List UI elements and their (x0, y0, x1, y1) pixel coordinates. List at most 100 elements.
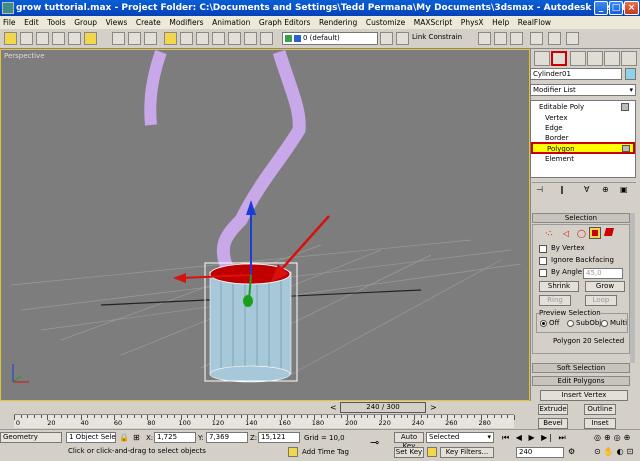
rectangular-selection-icon[interactable] (196, 32, 209, 45)
border-mode-icon[interactable]: ◯ (577, 229, 586, 238)
menu-animation[interactable]: Animation (209, 16, 253, 29)
playback-controls[interactable]: ⏮ ◀ ▶ ▶| ⏭ (502, 433, 568, 443)
menu-physx[interactable]: PhysX (458, 16, 487, 29)
scale-icon[interactable] (260, 32, 273, 45)
motion-tab-icon[interactable] (587, 51, 603, 66)
viewport-nav-controls[interactable]: ◎⊕◎⊕ (594, 433, 633, 442)
display-tab-icon[interactable] (604, 51, 620, 66)
create-tab-icon[interactable] (534, 51, 550, 66)
curve-editor-icon[interactable] (478, 32, 491, 45)
menu-tools[interactable]: Tools (44, 16, 68, 29)
redo-icon[interactable] (20, 32, 33, 45)
menu-group[interactable]: Group (71, 16, 100, 29)
align-icon[interactable] (396, 32, 409, 45)
minimize-button[interactable]: _ (594, 1, 608, 15)
move-icon[interactable] (228, 32, 241, 45)
stack-item-element[interactable]: Element (531, 154, 635, 164)
object-color-swatch[interactable] (625, 68, 636, 80)
render-setup-icon[interactable] (530, 32, 543, 45)
gizmo-y-arrow[interactable] (243, 295, 253, 307)
soft-selection-rollout-header[interactable]: Soft Selection (532, 363, 630, 373)
utilities-tab-icon[interactable] (621, 51, 637, 66)
z-coordinate-field[interactable]: 15,121 (258, 432, 300, 443)
maxscript-listener[interactable]: Geometry (0, 432, 62, 443)
maximize-button[interactable]: □ (609, 1, 623, 15)
undo-icon[interactable] (4, 32, 17, 45)
selection-rollout-header[interactable]: Selection (532, 213, 630, 223)
key-filters-button[interactable]: Key Filters... (440, 447, 494, 458)
element-mode-icon[interactable] (603, 228, 615, 236)
shrink-button[interactable]: Shrink (539, 281, 579, 292)
preview-off-radio[interactable] (540, 320, 547, 327)
select-link-icon[interactable] (36, 32, 49, 45)
by-vertex-checkbox[interactable] (539, 245, 547, 253)
time-slider[interactable]: 240 / 300 (340, 402, 426, 413)
modifier-list-dropdown[interactable]: Modifier List ▾ (530, 84, 636, 96)
key-icon[interactable]: ⊸ (370, 436, 379, 449)
polygon-mode-icon[interactable] (589, 227, 601, 239)
bevel-button[interactable]: Bevel (538, 418, 568, 429)
pin-stack-icon[interactable]: ⊣ (536, 185, 543, 194)
unlink-icon[interactable] (52, 32, 65, 45)
add-time-tag-button[interactable]: Add Time Tag (302, 448, 349, 456)
key-mode-dropdown[interactable]: Selected ▾ (426, 432, 494, 443)
perspective-viewport[interactable]: Perspective (0, 49, 530, 401)
angle-value-field[interactable]: 45,0 (583, 268, 623, 279)
menu-file[interactable]: File (0, 16, 19, 29)
material-editor-icon[interactable] (510, 32, 523, 45)
extrude-button[interactable]: Extrude (538, 404, 568, 415)
panel-scrollbar[interactable] (630, 213, 635, 363)
outline-button[interactable]: Outline (584, 404, 616, 415)
edge-mode-icon[interactable]: ◁ (563, 229, 569, 238)
close-button[interactable]: × (624, 1, 639, 15)
menu-rendering[interactable]: Rendering (316, 16, 360, 29)
schematic-view-icon[interactable] (494, 32, 507, 45)
menu-edit[interactable]: Edit (21, 16, 42, 29)
transform-mode-icon[interactable]: ⊞ (133, 433, 140, 442)
quick-render-icon[interactable] (128, 32, 141, 45)
grow-button[interactable]: Grow (585, 281, 625, 292)
gizmo-x-arrow[interactable] (173, 273, 186, 283)
track-bar[interactable]: 0 20 40 60 80 100 120 140 160 180 200 220 240 260 280 (14, 414, 515, 428)
render-production-icon[interactable] (566, 32, 579, 45)
insert-vertex-button[interactable]: Insert Vertex (540, 390, 628, 401)
menu-create[interactable]: Create (133, 16, 164, 29)
selection-filter-icon[interactable] (84, 32, 97, 45)
preview-multi-radio[interactable] (601, 320, 608, 327)
rotate-icon[interactable] (244, 32, 257, 45)
show-end-result-icon[interactable]: ‖ (560, 185, 564, 194)
bind-space-warp-icon[interactable] (68, 32, 81, 45)
loop-button[interactable]: Loop (585, 295, 617, 306)
modify-tab-icon[interactable] (551, 51, 567, 66)
y-coordinate-field[interactable]: 7,369 (206, 432, 248, 443)
edit-polygons-rollout-header[interactable]: Edit Polygons (532, 376, 630, 386)
prev-frame-icon[interactable]: < (330, 403, 337, 412)
hierarchy-tab-icon[interactable] (570, 51, 586, 66)
menu-help[interactable]: Help (489, 16, 512, 29)
ignore-backfacing-checkbox[interactable] (539, 257, 547, 265)
layer-manager-icon[interactable] (380, 32, 393, 45)
time-config-icon[interactable]: ⚙ (568, 447, 575, 456)
menu-realflow[interactable]: RealFlow (515, 16, 554, 29)
link-constrain-label[interactable]: Link Constrain (412, 33, 462, 41)
by-angle-checkbox[interactable] (539, 269, 547, 277)
object-name-field[interactable]: Cylinder01 (530, 68, 622, 80)
key-filter-icon[interactable] (427, 447, 437, 457)
stack-item-vertex[interactable]: Vertex (531, 113, 635, 123)
render-frame-icon[interactable] (548, 32, 561, 45)
vertex-mode-icon[interactable]: ·∴ (545, 229, 553, 238)
stack-toggle-icon[interactable] (621, 103, 629, 111)
stack-item-polygon[interactable]: Polygon (531, 142, 635, 154)
x-coordinate-field[interactable]: 1,725 (154, 432, 196, 443)
configure-sets-icon[interactable]: ▣ (620, 185, 628, 194)
inset-button[interactable]: Inset (584, 418, 616, 429)
select-by-name-icon[interactable] (180, 32, 193, 45)
stack-item-editable-poly[interactable]: Editable Poly (531, 102, 635, 112)
menu-graph-editors[interactable]: Graph Editors (256, 16, 314, 29)
viewport-nav-controls-2[interactable]: ⊙✋◐⊡ (594, 447, 636, 456)
remove-modifier-icon[interactable]: ⊕ (602, 185, 609, 194)
lock-selection-icon[interactable]: 🔒 (119, 433, 129, 442)
stack-item-edge[interactable]: Edge (531, 123, 635, 133)
menu-views[interactable]: Views (103, 16, 131, 29)
select-object-icon[interactable] (164, 32, 177, 45)
